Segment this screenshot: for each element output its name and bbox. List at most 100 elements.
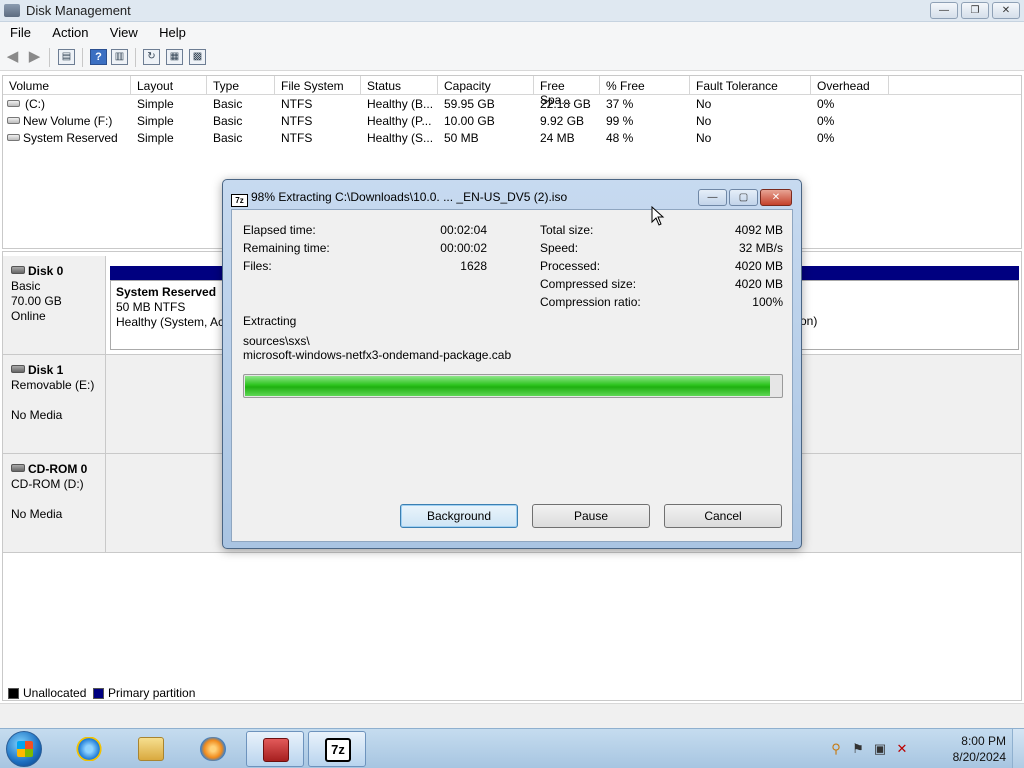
cell-file-system: NTFS [281,131,313,145]
refresh-icon[interactable]: ↻ [143,49,160,65]
back-arrow-icon[interactable]: ◀ [4,49,21,65]
help-icon[interactable]: ? [90,49,107,65]
disk-type: CD-ROM (D:) [11,477,84,491]
taskbar-7zip[interactable]: 7z [308,731,366,767]
dialog-minimize-button[interactable]: — [698,189,727,206]
cell-status: Healthy (B... [367,97,434,111]
cell-status: Healthy (S... [367,131,434,145]
menu-action[interactable]: Action [42,22,96,40]
disk-size [11,393,105,408]
search-icon[interactable]: ⚲ [828,741,844,757]
col-volume[interactable]: Volume [3,76,131,95]
disk-management-icon [4,4,20,17]
background-button[interactable]: Background [400,504,518,528]
current-file: microsoft-windows-netfx3-ondemand-packag… [243,348,512,362]
drive-icon [7,117,20,124]
remaining-time-value: 00:00:02 [440,241,487,255]
legend: Unallocated Primary partition [8,686,195,700]
cancel-button[interactable]: Cancel [664,504,782,528]
7zip-icon: 7z [325,738,351,762]
taskbar-computer-management[interactable] [246,731,304,767]
dialog-maximize-button[interactable]: ▢ [729,189,758,206]
media-player-icon [200,737,226,761]
minimize-button[interactable]: — [930,2,958,19]
cell-percent-free: 99 % [606,114,634,128]
window-title: Disk Management [26,3,131,18]
clock[interactable]: 8:00 PM 8/20/2024 [953,733,1006,765]
progress-fill [245,376,770,396]
taskbar-windows-explorer[interactable] [122,731,180,767]
col-file-system[interactable]: File System [275,76,361,95]
col-percent-free[interactable]: % Free [600,76,690,95]
cdrom-icon [11,464,25,472]
disk-status: No Media [11,408,63,422]
dialog-titlebar[interactable]: 7z 98% Extracting C:\Downloads\10.0. ... … [231,190,567,207]
cell-overhead: 0% [817,131,835,145]
pause-button[interactable]: Pause [532,504,650,528]
start-button[interactable] [6,731,42,767]
properties-icon[interactable]: ▦ [166,49,183,65]
compressed-size-label: Compressed size: [540,277,637,291]
forward-arrow-icon[interactable]: ▶ [26,49,43,65]
menu-file[interactable]: File [0,22,39,40]
cell-status: Healthy (P... [367,114,432,128]
cell-file-system: NTFS [281,114,313,128]
col-type[interactable]: Type [207,76,275,95]
cell-volume: New Volume (F:) [23,114,113,128]
table-row[interactable]: System Reserved Simple Basic NTFS Health… [3,130,1021,147]
compressed-size-value: 4020 MB [734,277,783,291]
menu-help[interactable]: Help [149,22,194,40]
disk-0-label[interactable]: Disk 0 Basic 70.00 GB Online [3,256,106,355]
col-fault-tolerance[interactable]: Fault Tolerance [690,76,811,95]
disk-status: No Media [11,507,63,521]
console-tree-icon[interactable]: ▤ [58,49,75,65]
col-layout[interactable]: Layout [131,76,207,95]
cell-fault-tolerance: No [696,114,712,128]
disk-size: 70.00 GB [11,294,62,308]
system-tray: ⚲ ⚑ ▣ ✕ 8:00 PM 8/20/2024 [824,729,1024,768]
cell-file-system: NTFS [281,97,313,111]
show-desktop-button[interactable] [1012,729,1024,768]
action-center-flag-icon[interactable]: ⚑ [850,741,866,757]
remaining-time-label: Remaining time: [243,241,330,255]
cell-type: Basic [213,97,243,111]
7zip-icon: 7z [231,194,248,207]
disk-type: Basic [11,279,41,293]
clock-date: 8/20/2024 [952,750,1006,764]
mouse-cursor-icon [651,206,665,226]
cell-overhead: 0% [817,97,835,111]
close-button[interactable]: ✕ [992,2,1020,19]
speed-label: Speed: [540,241,579,255]
cell-free-space: 24 MB [540,131,575,145]
cell-layout: Simple [137,131,174,145]
cdrom-0-label[interactable]: CD-ROM 0 CD-ROM (D:) No Media [3,454,106,553]
dialog-close-button[interactable]: ✕ [760,189,792,206]
restore-button[interactable]: ❐ [961,2,989,19]
table-row[interactable]: (C:) Simple Basic NTFS Healthy (B... 59.… [3,96,1021,113]
col-capacity[interactable]: Capacity [438,76,534,95]
window-titlebar[interactable]: Disk Management — ❐ ✕ [0,0,1024,22]
disk-size [11,492,105,507]
taskbar-internet-explorer[interactable] [60,731,118,767]
settings-icon[interactable]: ▩ [189,49,206,65]
taskbar: 7z ⚲ ⚑ ▣ ✕ 8:00 PM 8/20/2024 [0,728,1024,768]
cell-free-space: 22.18 GB [540,97,591,111]
extraction-progress-bar [243,374,783,398]
col-free-space[interactable]: Free Spa... [534,76,600,107]
action-pane-icon[interactable]: ▥ [111,49,128,65]
disk-1-label[interactable]: Disk 1 Removable (E:) No Media [3,355,106,454]
volume-muted-icon[interactable]: ✕ [894,741,910,757]
compression-ratio-value: 100% [752,295,783,309]
total-size-value: 4092 MB [734,223,783,237]
cell-capacity: 50 MB [444,131,479,145]
drive-icon [7,100,20,107]
volume-list-header: Volume Layout Type File System Status Ca… [3,76,1021,107]
col-status[interactable]: Status [361,76,438,95]
table-row[interactable]: New Volume (F:) Simple Basic NTFS Health… [3,113,1021,130]
taskbar-media-player[interactable] [184,731,242,767]
cell-layout: Simple [137,114,174,128]
folder-icon [138,737,164,761]
network-icon[interactable]: ▣ [872,741,888,757]
col-overhead[interactable]: Overhead [811,76,889,95]
menu-view[interactable]: View [100,22,146,40]
